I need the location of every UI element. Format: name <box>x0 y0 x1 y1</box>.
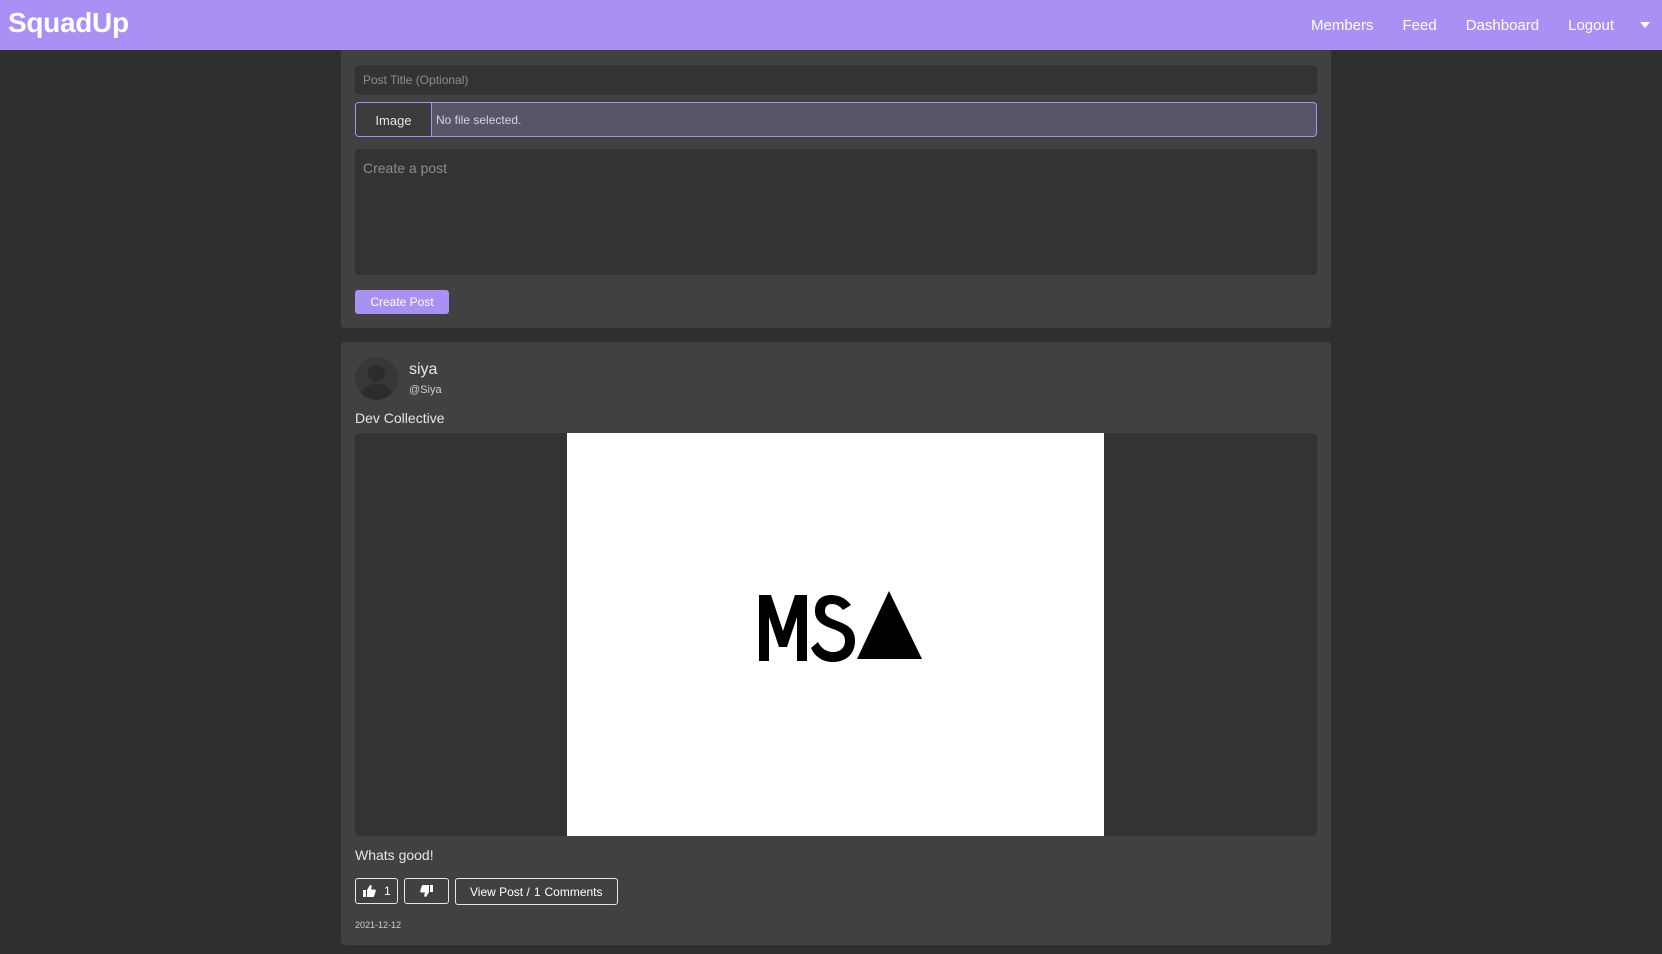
thumbs-down-icon <box>420 885 433 897</box>
nav-link-members[interactable]: Members <box>1311 17 1374 34</box>
post-date: 2021-12-12 <box>355 920 402 930</box>
view-post-button[interactable]: View Post / 1 Comments <box>455 878 618 905</box>
post-card: siya @Siya Dev Collective Whats good! 1 <box>341 342 1331 945</box>
post-actions: 1 View Post / 1 Comments <box>355 878 618 905</box>
like-count: 1 <box>384 884 391 898</box>
post-body-text: Whats good! <box>355 847 434 863</box>
comments-label: Comments <box>544 884 603 899</box>
nav-link-dashboard[interactable]: Dashboard <box>1466 17 1539 34</box>
nav-link-feed[interactable]: Feed <box>1403 17 1437 34</box>
file-status-text: No file selected. <box>436 112 522 127</box>
avatar-placeholder-icon[interactable] <box>355 357 398 400</box>
caret-down-icon[interactable] <box>1638 18 1652 32</box>
thumbs-up-icon <box>363 885 376 897</box>
nav-link-logout[interactable]: Logout <box>1568 17 1614 34</box>
comment-count: 1 <box>533 884 541 899</box>
create-post-card: Image No file selected. Create Post <box>341 50 1331 328</box>
dislike-button[interactable] <box>404 878 449 904</box>
msa-logo-image <box>759 591 922 662</box>
post-title: Dev Collective <box>355 410 445 426</box>
author-handle: @Siya <box>409 384 442 396</box>
post-image <box>567 433 1104 836</box>
view-post-label: View Post / <box>470 884 530 899</box>
image-upload-button[interactable]: Image <box>356 103 432 136</box>
author-name[interactable]: siya <box>409 361 437 379</box>
post-body-textarea[interactable] <box>355 149 1317 275</box>
navbar: SquadUp Members Feed Dashboard Logout <box>0 0 1662 50</box>
post-image-frame <box>355 433 1317 836</box>
nav-links: Members Feed Dashboard Logout <box>1311 0 1662 50</box>
post-title-input[interactable] <box>355 65 1317 95</box>
brand-logo[interactable]: SquadUp <box>8 7 129 39</box>
create-post-button[interactable]: Create Post <box>355 290 449 314</box>
like-button[interactable]: 1 <box>355 878 398 904</box>
image-file-input[interactable]: Image No file selected. <box>355 102 1317 137</box>
